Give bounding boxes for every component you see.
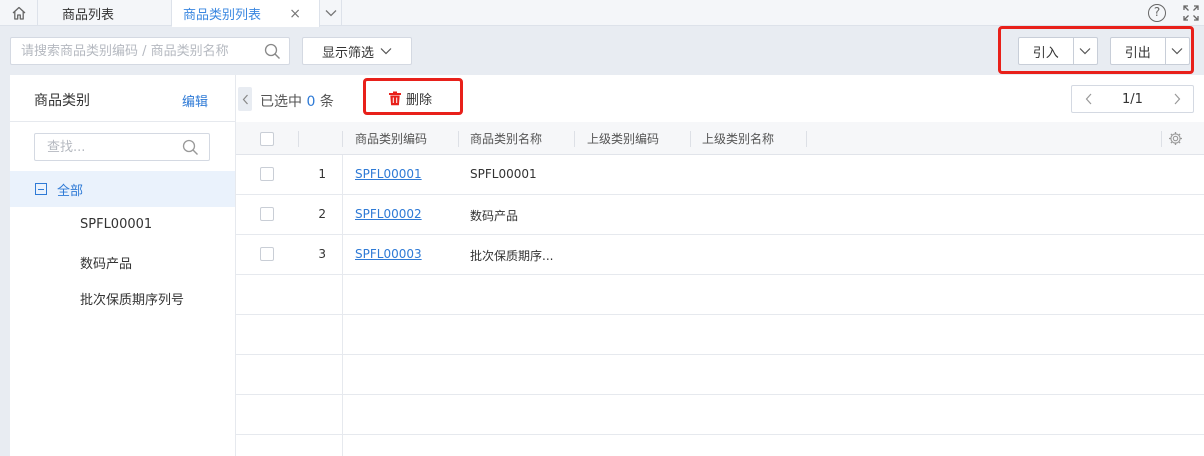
chevron-down-icon bbox=[1079, 48, 1091, 55]
category-list-panel: 已选中 0 条 删除 1/1 商品类别编码 商品类别名称 上级类别编码 上级类别… bbox=[235, 75, 1204, 456]
empty-row bbox=[236, 435, 1204, 456]
next-page-button[interactable] bbox=[1161, 93, 1193, 105]
tree-node[interactable]: 批次保质期序列号 bbox=[80, 289, 184, 308]
chevron-down-icon bbox=[1171, 48, 1183, 55]
prev-page-button[interactable] bbox=[1072, 93, 1104, 105]
search-icon[interactable] bbox=[264, 43, 281, 60]
import-split-button: 引入 bbox=[1018, 37, 1098, 65]
select-all-checkbox[interactable] bbox=[260, 122, 274, 155]
tab-product-list[interactable]: 商品列表 bbox=[38, 0, 172, 26]
collapse-icon[interactable] bbox=[35, 183, 47, 195]
tab-more-button[interactable] bbox=[320, 0, 342, 26]
fullscreen-icon[interactable] bbox=[1182, 4, 1200, 22]
show-filter-button[interactable]: 显示筛选 bbox=[302, 37, 412, 65]
category-tree-panel: 商品类别 编辑 全部 SPFL00001 数码产品 批次保质期序列号 bbox=[10, 75, 235, 456]
category-code-link[interactable]: SPFL00003 bbox=[355, 247, 422, 261]
delete-button[interactable]: 删除 bbox=[388, 89, 432, 108]
table-row[interactable]: 1 SPFL00001 SPFL00001 bbox=[236, 155, 1204, 195]
selected-count: 0 bbox=[306, 94, 316, 110]
category-code-link[interactable]: SPFL00001 bbox=[355, 167, 422, 181]
empty-row bbox=[236, 315, 1204, 355]
empty-row bbox=[236, 355, 1204, 395]
row-checkbox[interactable] bbox=[260, 167, 274, 181]
tree-node[interactable]: SPFL00001 bbox=[80, 217, 152, 232]
pagination: 1/1 bbox=[1071, 85, 1194, 113]
tree-node-all[interactable]: 全部 bbox=[10, 171, 235, 207]
empty-row bbox=[236, 395, 1204, 435]
chevron-right-icon bbox=[1174, 93, 1180, 105]
chevron-down-icon bbox=[380, 48, 392, 55]
tab-bar: 商品列表 商品类别列表 × ? bbox=[0, 0, 1204, 27]
table-header: 商品类别编码 商品类别名称 上级类别编码 上级类别名称 bbox=[236, 122, 1204, 155]
close-icon[interactable]: × bbox=[289, 6, 301, 22]
column-header[interactable]: 上级类别编码 bbox=[587, 122, 659, 155]
chevron-left-icon bbox=[1085, 93, 1091, 105]
category-tree-title: 商品类别 bbox=[34, 93, 90, 109]
home-icon bbox=[12, 6, 25, 20]
category-table: 商品类别编码 商品类别名称 上级类别编码 上级类别名称 1 SPFL00001 … bbox=[236, 122, 1204, 456]
category-search-input[interactable] bbox=[11, 38, 251, 64]
column-header[interactable]: 上级类别名称 bbox=[702, 122, 774, 155]
table-row[interactable]: 3 SPFL00003 批次保质期序... bbox=[236, 235, 1204, 275]
import-button[interactable]: 引入 bbox=[1019, 38, 1074, 64]
page-indicator: 1/1 bbox=[1122, 91, 1143, 107]
chevron-left-icon bbox=[242, 94, 248, 104]
column-header[interactable]: 商品类别编码 bbox=[355, 122, 427, 155]
gear-icon[interactable] bbox=[1168, 131, 1183, 146]
tab-product-category-list[interactable]: 商品类别列表 × bbox=[172, 0, 320, 27]
chevron-down-icon bbox=[325, 10, 336, 17]
import-dropdown-toggle[interactable] bbox=[1074, 38, 1097, 64]
category-tree-header: 商品类别 编辑 bbox=[10, 75, 235, 122]
category-search-box[interactable] bbox=[10, 37, 290, 65]
home-tab[interactable] bbox=[0, 0, 38, 26]
row-checkbox[interactable] bbox=[260, 247, 274, 261]
tree-search-box[interactable] bbox=[34, 133, 210, 161]
tree-node[interactable]: 数码产品 bbox=[80, 253, 132, 272]
empty-row bbox=[236, 275, 1204, 315]
export-button[interactable]: 引出 bbox=[1111, 38, 1166, 64]
column-header[interactable]: 商品类别名称 bbox=[470, 122, 542, 155]
help-icon[interactable]: ? bbox=[1148, 4, 1166, 22]
tree-search-input[interactable] bbox=[35, 134, 175, 160]
export-dropdown-toggle[interactable] bbox=[1166, 38, 1189, 64]
export-split-button: 引出 bbox=[1110, 37, 1190, 65]
edit-link[interactable]: 编辑 bbox=[182, 91, 208, 110]
collapse-sidebar-button[interactable] bbox=[238, 87, 252, 111]
table-row[interactable]: 2 SPFL00002 数码产品 bbox=[236, 195, 1204, 235]
search-icon[interactable] bbox=[182, 139, 199, 156]
selection-summary: 已选中 0 条 bbox=[260, 94, 334, 110]
trash-icon bbox=[389, 91, 401, 106]
category-code-link[interactable]: SPFL00002 bbox=[355, 207, 422, 221]
row-checkbox[interactable] bbox=[260, 207, 274, 221]
